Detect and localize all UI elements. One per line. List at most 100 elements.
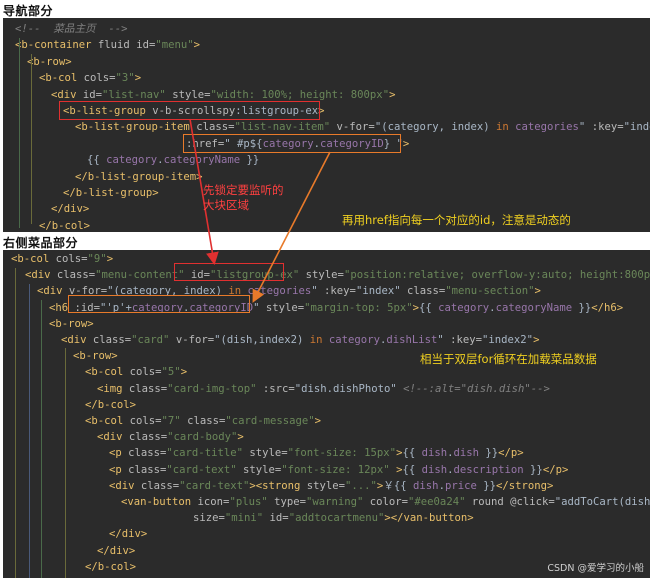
href-highlight-box [183, 134, 401, 153]
code-token: > [402, 137, 410, 150]
code-line: <b-container fluid id="menu"> [3, 39, 650, 52]
code-token: <p [109, 463, 129, 476]
code-token: ></van-button> [384, 512, 474, 525]
code-line: <div class="menu-content" id="listgroup-… [3, 269, 650, 282]
code-token: categories [247, 285, 312, 298]
code-token: dish [421, 447, 448, 460]
code-token: round [471, 496, 511, 508]
code-token: category [438, 301, 490, 314]
code-token: category [106, 154, 158, 167]
code-token: "card-text" [166, 463, 243, 476]
code-token: cols= [129, 415, 162, 427]
code-token: "margin-top: 5px" [304, 301, 413, 314]
code-token: id= [269, 512, 289, 525]
code-line: <van-button icon="plus" type="warning" c… [3, 496, 650, 509]
code-token: <div [61, 334, 93, 346]
code-token: "(dish,index2) [214, 334, 310, 346]
code-line: </div> [3, 545, 650, 558]
code-token: "5" [161, 366, 181, 379]
code-token: > [106, 253, 114, 265]
code-token: categoryName [495, 301, 573, 314]
code-token: dish [413, 479, 439, 492]
code-token: fluid [97, 39, 137, 52]
code-line: <b-col cols="5"> [3, 366, 650, 379]
href-note: 再用href指向每一个对应的id，注意是动态的 [342, 213, 571, 227]
code-token: > [314, 415, 322, 427]
code-token: }} [523, 463, 543, 476]
code-token: ><strong [249, 479, 307, 492]
code-token: "index" [623, 121, 650, 134]
code-token: {{ [419, 301, 439, 314]
code-token: "list-nav" [102, 88, 173, 101]
code-token: "card-text" [179, 479, 250, 492]
code-token: <b-row> [73, 350, 118, 363]
code-token: "(category, index) [374, 121, 496, 134]
indent-guide [29, 284, 30, 578]
code-token: <!-- 菜品主页 --> [15, 23, 128, 35]
code-token: </b-col> [85, 560, 137, 573]
code-line: <!-- 菜品主页 --> [3, 23, 650, 36]
code-token: <b-row> [27, 55, 72, 68]
lock-region-note-2: 大块区域 [203, 198, 249, 212]
code-token: "card-img-top" [167, 382, 263, 395]
code-token: in [496, 121, 516, 134]
code-token: </b-list-group> [63, 187, 159, 199]
code-token: <van-button [121, 496, 198, 508]
code-token: "warning" [305, 496, 370, 508]
code-token: > [533, 334, 540, 346]
code-token: {{ [402, 463, 422, 476]
code-token: > [134, 72, 142, 85]
code-token: "font-size: 12px" [281, 463, 397, 476]
code-token: > [180, 366, 188, 379]
code-token: dish [421, 463, 448, 476]
code-token: class= [128, 447, 167, 460]
code-line: <div class="card-body"> [3, 431, 650, 444]
code-token: category [328, 334, 380, 346]
code-line: <img class="card-img-top" :src="dish.dis… [3, 383, 650, 396]
code-token: in [309, 334, 329, 346]
code-token: <p [109, 447, 129, 460]
code-token: <b-row> [49, 317, 94, 330]
code-token: :src= [262, 382, 295, 395]
code-token: "..." [345, 479, 377, 492]
code-token: <div [109, 479, 141, 492]
code-line: <div id="list-nav" style="width: 100%; h… [3, 89, 650, 102]
code-token: id= [82, 88, 103, 101]
code-token: v-for= [175, 334, 215, 346]
code-token: "7" [161, 415, 188, 427]
code-line: </b-list-group-item> [3, 171, 650, 184]
code-token: :key= [450, 334, 483, 346]
code-token: "card" [131, 334, 176, 346]
code-token: "card-message" [225, 415, 315, 427]
code-token: > [237, 431, 244, 444]
indent-guide [19, 38, 20, 228]
code-token: </p> [542, 463, 569, 476]
code-line: <b-list-group-item class="list-nav-item"… [3, 121, 650, 134]
code-token: description [453, 463, 524, 476]
code-line: <b-col cols="7" class="card-message"> [3, 415, 650, 428]
code-token: class= [406, 285, 446, 298]
code-token: "card-title" [166, 447, 250, 460]
code-token: }} [476, 479, 496, 492]
code-token: "#ee0a24" [408, 496, 472, 508]
code-token: <!--:alt="dish.dish"--> [403, 382, 550, 395]
code-token: </div> [109, 528, 148, 541]
code-line: <b-row> [3, 56, 650, 69]
loop-note: 相当于双层for循环在加载菜品数据 [420, 352, 597, 366]
code-token: "mini" [224, 512, 270, 525]
code-token: categoryName [163, 154, 241, 167]
code-token: dish [453, 447, 480, 460]
code-token: </h6> [591, 301, 624, 314]
code-token: <div [37, 285, 69, 298]
code-token: <div [25, 269, 57, 282]
code-token: "index" [355, 285, 407, 298]
code-token: "card-body" [167, 431, 238, 444]
code-token: style= [249, 447, 288, 460]
nav-code-panel: <!-- 菜品主页 --> <b-container fluid id="menu… [3, 18, 650, 232]
code-token: "index2" [482, 334, 534, 346]
code-token: }} [240, 154, 260, 167]
code-token: class= [56, 269, 96, 282]
code-token: class= [196, 121, 235, 134]
code-token: </div> [97, 544, 136, 557]
code-token: <div [97, 431, 129, 444]
